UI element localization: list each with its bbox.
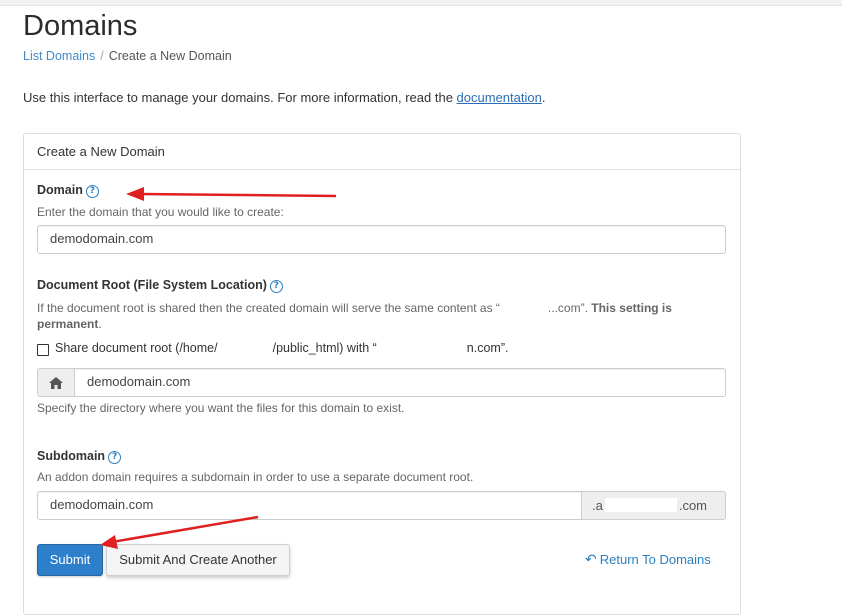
panel-heading: Create a New Domain <box>24 134 740 170</box>
docroot-label-text: Document Root (File System Location) <box>37 278 267 292</box>
submit-and-create-another-button[interactable]: Submit And Create Another <box>106 544 290 576</box>
docroot-help-bold-2: permanent <box>37 317 99 331</box>
subdomain-suffix-addon: .a .com <box>581 491 726 520</box>
domain-input[interactable]: demodomain.com <box>37 225 726 254</box>
domain-help-icon[interactable]: ? <box>85 185 99 198</box>
docroot-hint: Specify the directory where you want the… <box>37 401 405 415</box>
share-label-part-2: /public_html) with “ <box>272 341 377 355</box>
subdomain-label: Subdomain? <box>37 449 122 464</box>
return-arrow-icon: ↶ <box>585 552 597 568</box>
docroot-help-domain: ...com <box>547 301 581 315</box>
intro-text-end: . <box>541 90 546 105</box>
docroot-input[interactable]: demodomain.com <box>74 368 726 397</box>
return-to-domains-link[interactable]: ↶ Return To Domains <box>585 552 711 568</box>
share-docroot-checkbox[interactable] <box>37 344 49 356</box>
domain-help: Enter the domain that you would like to … <box>37 205 284 219</box>
docroot-label: Document Root (File System Location)? <box>37 278 283 293</box>
docroot-help-icon[interactable]: ? <box>269 280 283 293</box>
subdomain-input[interactable]: demodomain.com <box>37 491 582 520</box>
breadcrumb: List Domains / Create a New Domain <box>23 49 232 63</box>
page-title: Domains <box>23 10 138 42</box>
subdomain-suffix-end: .com <box>678 498 708 513</box>
breadcrumb-current: Create a New Domain <box>108 49 232 63</box>
share-docroot-label: Share document root (/home/ /public_html)… <box>55 341 508 355</box>
home-icon <box>49 377 63 389</box>
share-label-part-1: Share document root (/home/ <box>55 341 218 355</box>
subdomain-suffix-redacted <box>604 498 677 512</box>
share-label-part-3: n.com”. <box>466 341 509 355</box>
breadcrumb-separator: / <box>100 49 104 63</box>
docroot-home-addon <box>37 368 75 397</box>
top-bar <box>0 0 842 6</box>
domain-label-text: Domain <box>37 183 83 197</box>
docroot-help-end: . <box>98 317 102 331</box>
docroot-help-bold-1: This setting is <box>591 301 672 315</box>
intro-text-body: Use this interface to manage your domain… <box>23 90 457 105</box>
docroot-help: If the document root is shared then the … <box>37 300 727 332</box>
return-to-domains-label: Return To Domains <box>599 552 711 567</box>
intro-text: Use this interface to manage your domain… <box>23 90 545 105</box>
subdomain-help: An addon domain requires a subdomain in … <box>37 470 474 484</box>
docroot-help-prefix: If the document root is shared then the … <box>37 301 500 315</box>
subdomain-suffix-start: .a <box>592 498 603 513</box>
documentation-link[interactable]: documentation <box>457 90 542 105</box>
submit-button[interactable]: Submit <box>37 544 103 576</box>
docroot-help-mid: ”. <box>580 301 592 315</box>
subdomain-help-icon[interactable]: ? <box>108 451 122 464</box>
domain-label: Domain? <box>37 183 99 198</box>
breadcrumb-list-domains-link[interactable]: List Domains <box>23 49 95 63</box>
subdomain-label-text: Subdomain <box>37 449 106 463</box>
